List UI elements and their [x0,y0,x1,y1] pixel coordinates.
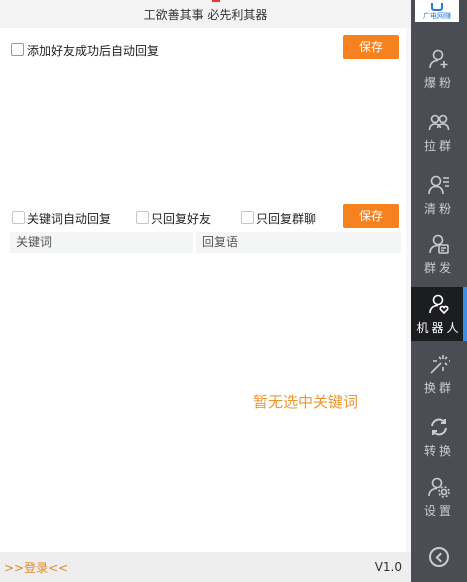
sidebar-item-mass-send[interactable]: 群发 [411,227,467,281]
login-link[interactable]: >>登录<< [4,559,68,576]
group-icon [428,114,450,131]
chevron-left-circle-icon[interactable] [429,547,449,567]
sidebar-item-pull-group[interactable]: 拉群 [411,105,467,159]
title-accent-mark [212,0,220,2]
auto-reply-on-add-label: 添加好友成功后自动回复 [27,44,160,58]
keyword-column-header[interactable]: 关键词 [10,232,193,253]
sidebar-item-label: 拉群 [423,139,454,153]
sidebar-item-label: 转换 [423,444,454,458]
friends-only-checkbox[interactable] [136,211,149,224]
status-bar: >>登录<< V1.0 [0,552,411,582]
sidebar-item-switch-group[interactable]: 换群 [411,347,467,401]
reply-column-header[interactable]: 回复语 [196,232,401,253]
groups-only-label: 只回复群聊 [256,212,317,226]
keyword-auto-reply-label: 关键词自动回复 [27,212,112,226]
sidebar-item-boost-fans[interactable]: 爆粉 [411,42,467,96]
sidebar-item-label: 爆粉 [423,76,454,90]
logo-text: 广电网赚 [423,12,451,20]
sidebar: 广电网赚 爆粉 拉群 清粉 群发 机器人 换群 转换 设置 [411,0,467,582]
user-settings-icon [428,477,450,498]
auto-reply-on-add-checkbox[interactable] [11,43,24,56]
user-message-icon [429,234,449,254]
logo-mark-icon [431,3,443,11]
user-plus-icon [429,49,448,69]
motto-text: 工欲善其事 必先利其器 [143,8,268,22]
friends-only-label: 只回复好友 [151,212,212,226]
sidebar-item-convert[interactable]: 转换 [411,410,467,464]
save-keyword-button[interactable]: 保存 [343,204,399,228]
sidebar-item-label: 清粉 [423,202,454,216]
main-panel: 工欲善其事 必先利其器 添加好友成功后自动回复 保存 关键词自动回复 只回复好友… [0,0,411,582]
sidebar-item-label: 机器人 [416,321,462,335]
sidebar-item-clear-fans[interactable]: 清粉 [411,168,467,222]
sidebar-item-robot[interactable]: 机器人 [411,287,467,341]
keyword-auto-reply-checkbox[interactable] [12,211,25,224]
app-logo: 广电网赚 [415,0,459,22]
user-list-icon [428,175,449,195]
sidebar-item-label: 换群 [423,381,454,395]
sidebar-item-settings[interactable]: 设置 [411,470,467,524]
refresh-icon [431,418,447,436]
empty-keyword-message: 暂无选中关键词 [252,393,358,411]
robot-user-icon [429,294,449,315]
save-friend-reply-button[interactable]: 保存 [343,35,399,59]
magic-wand-icon [430,355,450,374]
sidebar-item-label: 设置 [423,504,454,518]
title-bar: 工欲善其事 必先利其器 [0,0,411,28]
version-label: V1.0 [374,560,402,574]
groups-only-checkbox[interactable] [241,211,254,224]
sidebar-item-label: 群发 [423,261,454,275]
